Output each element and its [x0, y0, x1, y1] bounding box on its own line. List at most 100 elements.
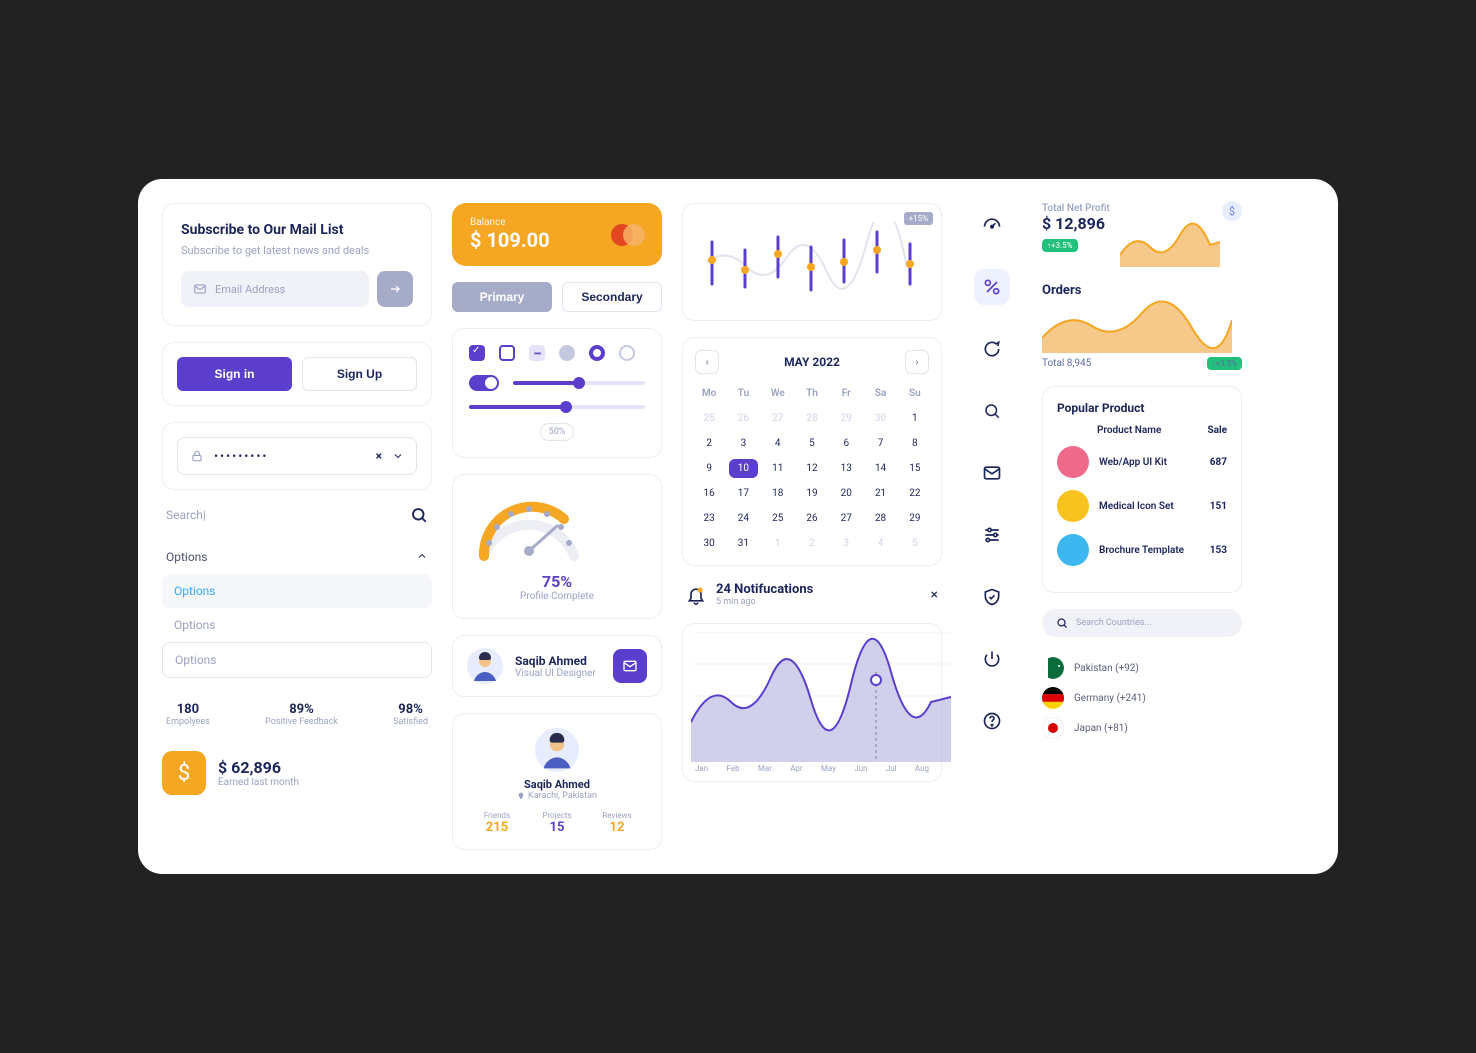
cal-next-button[interactable]: ›	[905, 350, 929, 374]
signin-button[interactable]: Sign in	[177, 357, 292, 391]
notif-title: 24 Notifucations	[716, 582, 813, 597]
cal-prev-button[interactable]: ‹	[695, 350, 719, 374]
calendar-day[interactable]: 24	[729, 509, 757, 528]
dashboard-icon[interactable]	[974, 207, 1010, 243]
radio-selected[interactable]	[589, 345, 605, 361]
stat-value: 89%	[265, 702, 338, 717]
calendar-day[interactable]: 6	[832, 434, 860, 453]
notif-time: 5 min ago	[716, 597, 813, 607]
user-role: Visual UI Designer	[515, 668, 596, 679]
search-icon[interactable]	[974, 393, 1010, 429]
option-item-3[interactable]: Options	[162, 642, 432, 678]
calendar-day[interactable]: 8	[901, 434, 929, 453]
chat-icon[interactable]	[974, 331, 1010, 367]
clear-icon[interactable]: ×	[376, 449, 382, 463]
password-input[interactable]: ••••••••• ×	[177, 437, 417, 475]
mail-icon[interactable]	[974, 455, 1010, 491]
secondary-button[interactable]: Secondary	[562, 282, 662, 312]
calendar-day[interactable]: 29	[901, 509, 929, 528]
calendar-day[interactable]: 4	[764, 434, 792, 453]
profit-label: Total Net Profit	[1042, 203, 1110, 214]
calendar-day[interactable]: 3	[832, 534, 860, 553]
country-row[interactable]: Japan (+81)	[1042, 713, 1242, 743]
calendar-day[interactable]: 20	[832, 484, 860, 503]
calendar-day[interactable]: 28	[866, 509, 894, 528]
calendar-day[interactable]: 29	[832, 409, 860, 428]
radio-filled[interactable]	[559, 345, 575, 361]
calendar-day[interactable]: 30	[866, 409, 894, 428]
product-row[interactable]: Brochure Template153	[1057, 534, 1227, 566]
icon-rail	[962, 203, 1022, 850]
calendar-day[interactable]: 17	[729, 484, 757, 503]
toggle-on[interactable]	[469, 375, 499, 391]
percent-icon[interactable]	[974, 269, 1010, 305]
calendar-day[interactable]: 21	[866, 484, 894, 503]
radio-empty[interactable]	[619, 345, 635, 361]
calendar-day[interactable]: 16	[695, 484, 723, 503]
option-item-2[interactable]: Options	[162, 608, 432, 642]
options-header[interactable]: Options	[162, 540, 432, 574]
calendar-day[interactable]: 30	[695, 534, 723, 553]
month-label: Feb	[726, 764, 739, 773]
email-input[interactable]: Email Address	[181, 271, 369, 307]
calendar-day[interactable]: 1	[901, 409, 929, 428]
calendar-day[interactable]: 11	[764, 459, 792, 478]
flag-icon	[1042, 717, 1064, 739]
calendar-day[interactable]: 3	[729, 434, 757, 453]
sliders-icon[interactable]	[974, 517, 1010, 553]
month-label: Mar	[758, 764, 772, 773]
calendar-day[interactable]: 26	[798, 509, 826, 528]
search-input[interactable]: Search|	[166, 508, 206, 522]
calendar-day[interactable]: 25	[695, 409, 723, 428]
calendar-day[interactable]: 22	[901, 484, 929, 503]
message-button[interactable]	[613, 649, 647, 683]
power-icon[interactable]	[974, 641, 1010, 677]
calendar-day[interactable]: 23	[695, 509, 723, 528]
calendar-day[interactable]: 31	[729, 534, 757, 553]
calendar-day[interactable]: 25	[764, 509, 792, 528]
calendar-day[interactable]: 1	[764, 534, 792, 553]
month-label: May	[821, 764, 836, 773]
month-label: Apr	[790, 764, 802, 773]
calendar-day[interactable]: 28	[798, 409, 826, 428]
calendar-day[interactable]: 27	[764, 409, 792, 428]
subscribe-button[interactable]	[377, 271, 413, 307]
signup-button[interactable]: Sign Up	[302, 357, 417, 391]
calendar-day[interactable]: 14	[866, 459, 894, 478]
country-search-input[interactable]: Search Countries...	[1042, 609, 1242, 637]
calendar-day[interactable]: 12	[798, 459, 826, 478]
calendar-day[interactable]: 26	[729, 409, 757, 428]
chevron-down-icon[interactable]	[392, 450, 404, 462]
month-label: Aug	[915, 764, 929, 773]
calendar-day[interactable]: 2	[695, 434, 723, 453]
checkbox-indeterminate[interactable]	[529, 345, 545, 361]
product-row[interactable]: Web/App UI Kit687	[1057, 446, 1227, 478]
calendar-day[interactable]: 18	[764, 484, 792, 503]
product-row[interactable]: Medical Icon Set151	[1057, 490, 1227, 522]
slider-1[interactable]	[513, 381, 645, 385]
calendar-day[interactable]: 5	[901, 534, 929, 553]
calendar-day[interactable]: 19	[798, 484, 826, 503]
option-item-1[interactable]: Options	[162, 574, 432, 608]
calendar-day[interactable]: 13	[832, 459, 860, 478]
calendar-day[interactable]: 9	[695, 459, 723, 478]
primary-button[interactable]: Primary	[452, 282, 552, 312]
country-row[interactable]: Germany (+241)	[1042, 683, 1242, 713]
calendar-day[interactable]: 10	[729, 459, 757, 478]
subscribe-card: Subscribe to Our Mail List Subscribe to …	[162, 203, 432, 326]
calendar-day[interactable]: 27	[832, 509, 860, 528]
close-icon[interactable]: ×	[931, 587, 938, 603]
help-icon[interactable]	[974, 703, 1010, 739]
product-name: Brochure Template	[1099, 545, 1200, 556]
checkbox-empty[interactable]	[499, 345, 515, 361]
calendar-day[interactable]: 4	[866, 534, 894, 553]
slider-2[interactable]	[469, 405, 645, 409]
calendar-day[interactable]: 15	[901, 459, 929, 478]
calendar-day[interactable]: 2	[798, 534, 826, 553]
calendar-day[interactable]: 7	[866, 434, 894, 453]
search-icon[interactable]	[410, 506, 428, 524]
calendar-day[interactable]: 5	[798, 434, 826, 453]
shield-icon[interactable]	[974, 579, 1010, 615]
country-row[interactable]: Pakistan (+92)	[1042, 653, 1242, 683]
checkbox-checked[interactable]	[469, 345, 485, 361]
